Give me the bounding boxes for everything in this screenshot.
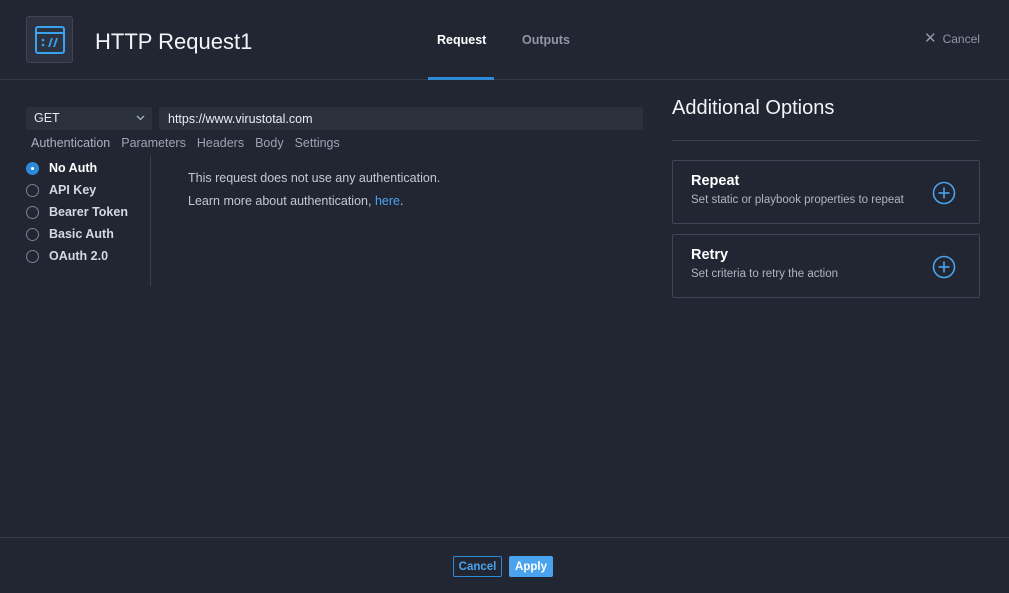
page-title: HTTP Request1: [95, 29, 253, 54]
retry-option-card[interactable]: Retry Set criteria to retry the action: [672, 234, 980, 298]
active-tab-indicator: [428, 77, 494, 80]
auth-option-label: Basic Auth: [49, 227, 114, 241]
repeat-option-card[interactable]: Repeat Set static or playbook properties…: [672, 160, 980, 224]
subtab-headers[interactable]: Headers: [197, 136, 244, 150]
chevron-down-icon: [136, 115, 145, 121]
auth-option-bearer-token[interactable]: Bearer Token: [26, 201, 128, 223]
learn-more-link[interactable]: here: [375, 194, 400, 208]
http-request-dialog: HTTP Request1 Request Outputs ✕ Cancel G…: [0, 0, 1009, 593]
apply-button[interactable]: Apply: [509, 556, 553, 577]
method-value: GET: [34, 111, 60, 125]
subtab-body[interactable]: Body: [255, 136, 284, 150]
http-request-icon: [26, 16, 73, 63]
auth-option-label: OAuth 2.0: [49, 249, 109, 263]
auth-option-oauth2[interactable]: OAuth 2.0: [26, 245, 128, 267]
auth-type-list: No Auth API Key Bearer Token Basic Auth …: [26, 157, 128, 267]
repeat-option-title: Repeat: [691, 173, 740, 189]
plus-circle-icon[interactable]: [932, 181, 956, 205]
subtab-settings[interactable]: Settings: [295, 136, 340, 150]
auth-description: This request does not use any authentica…: [188, 171, 441, 185]
additional-options-divider: [672, 140, 980, 141]
learn-more-text: Learn more about authentication,: [188, 194, 375, 208]
auth-option-api-key[interactable]: API Key: [26, 179, 128, 201]
request-subtabs: Authentication Parameters Headers Body S…: [31, 136, 351, 150]
radio[interactable]: [26, 183, 39, 197]
radio[interactable]: [26, 205, 39, 219]
auth-option-label: API Key: [49, 183, 97, 197]
tab-request[interactable]: Request: [437, 33, 486, 47]
header-cancel-button[interactable]: ✕ Cancel: [924, 31, 980, 47]
auth-option-no-auth[interactable]: No Auth: [26, 157, 128, 179]
learn-more-suffix: .: [399, 194, 404, 208]
auth-learn-more: Learn more about authentication, here.: [188, 194, 403, 208]
auth-option-basic-auth[interactable]: Basic Auth: [26, 223, 128, 245]
dialog-header: HTTP Request1 Request Outputs ✕ Cancel: [0, 0, 1009, 80]
plus-circle-icon[interactable]: [932, 255, 956, 279]
tab-outputs[interactable]: Outputs: [522, 33, 570, 47]
auth-option-label: Bearer Token: [49, 205, 128, 219]
header-cancel-label: Cancel: [942, 32, 980, 46]
dialog-footer: [0, 537, 1009, 593]
close-icon: ✕: [924, 30, 937, 47]
subtab-parameters[interactable]: Parameters: [121, 136, 186, 150]
auth-option-label: No Auth: [49, 161, 98, 175]
url-input[interactable]: [159, 107, 643, 130]
radio-selected[interactable]: [26, 161, 39, 175]
additional-options-title: Additional Options: [672, 97, 835, 119]
radio[interactable]: [26, 249, 39, 263]
retry-option-description: Set criteria to retry the action: [691, 268, 839, 280]
repeat-option-description: Set static or playbook properties to rep…: [691, 194, 904, 206]
method-select[interactable]: GET: [26, 107, 152, 130]
cancel-button[interactable]: Cancel: [453, 556, 502, 577]
subtab-authentication[interactable]: Authentication: [31, 136, 110, 150]
retry-option-title: Retry: [691, 247, 729, 263]
radio[interactable]: [26, 227, 39, 241]
auth-divider: [150, 155, 151, 286]
